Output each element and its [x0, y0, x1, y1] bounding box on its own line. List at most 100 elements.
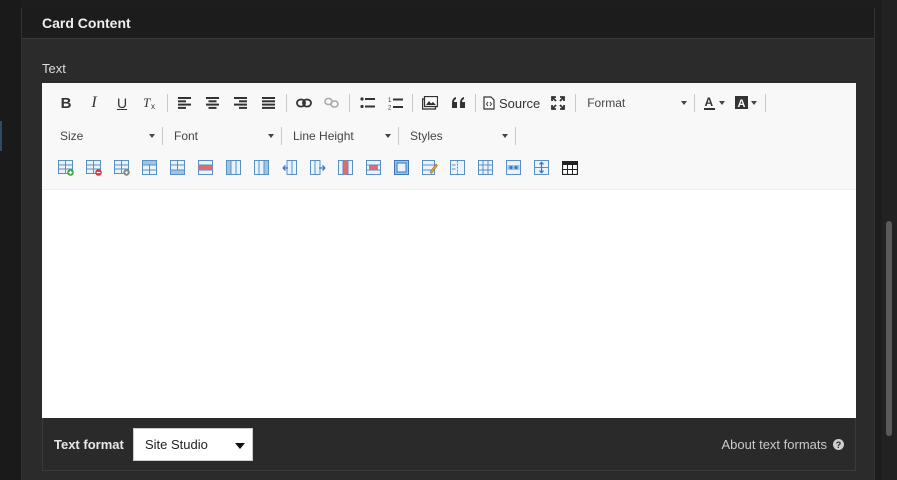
background-color-icon: A	[735, 96, 749, 110]
size-dropdown-label: Size	[60, 129, 84, 143]
line-height-dropdown[interactable]: Line Height	[285, 123, 395, 149]
toolbar-separator	[694, 94, 696, 112]
remove-format-button[interactable]: T x	[136, 90, 164, 116]
text-format-label: Text format	[54, 437, 124, 452]
svg-text:x: x	[151, 102, 155, 110]
styles-dropdown[interactable]: Styles	[402, 123, 512, 149]
insert-column-before-icon[interactable]	[220, 155, 248, 181]
help-icon: ?	[833, 439, 844, 450]
editor-toolbar: B I U T x 1 2 Source Format A A Size Fon…	[42, 83, 856, 190]
toolbar-separator	[281, 127, 282, 145]
justify-button[interactable]	[255, 90, 283, 116]
chevron-down-icon	[681, 101, 688, 105]
justify-icon	[262, 97, 275, 109]
text-color-button[interactable]: A	[698, 90, 730, 116]
table-icon[interactable]	[556, 155, 584, 181]
table-properties-icon[interactable]	[108, 155, 136, 181]
text-color-icon: A	[704, 96, 716, 110]
toolbar-separator	[162, 127, 163, 145]
blockquote-button[interactable]	[444, 90, 472, 116]
underline-button[interactable]: U	[108, 90, 136, 116]
toolbar-separator	[515, 127, 516, 145]
toolbar-row-3	[52, 155, 584, 181]
numbered-list-icon: 12	[388, 98, 403, 110]
about-text-formats-label: About text formats	[721, 437, 828, 452]
chevron-down-icon	[385, 134, 391, 138]
source-icon	[483, 96, 495, 110]
delete-cells-icon[interactable]	[360, 155, 388, 181]
delete-row-icon[interactable]	[192, 155, 220, 181]
editor-content-area[interactable]	[42, 190, 856, 418]
italic-button[interactable]: I	[80, 90, 108, 116]
toolbar-separator	[412, 94, 413, 112]
merge-right-icon[interactable]	[304, 155, 332, 181]
toolbar-separator	[167, 94, 168, 112]
toolbar-row-1: B I U T x 1 2 Source Format A A	[52, 90, 769, 116]
scrollbar-thumb[interactable]	[886, 221, 892, 436]
insert-row-after-icon[interactable]	[164, 155, 192, 181]
source-button[interactable]: Source	[479, 90, 544, 116]
maximize-icon	[551, 96, 566, 110]
styles-dropdown-label: Styles	[410, 129, 443, 143]
page-scrollbar[interactable]	[882, 0, 897, 480]
svg-text:1: 1	[388, 98, 392, 104]
chevron-down-icon	[719, 101, 726, 105]
format-dropdown[interactable]: Format	[579, 90, 691, 116]
numbered-list-button[interactable]: 12	[381, 90, 409, 116]
delete-column-icon[interactable]	[332, 155, 360, 181]
card-content-panel: Card Content Text B I U T x 1 2 Source F…	[21, 8, 875, 480]
svg-text:A: A	[705, 96, 714, 109]
align-left-icon	[178, 97, 191, 109]
insert-row-before-icon[interactable]	[136, 155, 164, 181]
background-color-button[interactable]: A	[730, 90, 762, 116]
panel-header[interactable]: Card Content	[22, 8, 874, 39]
merge-left-icon[interactable]	[276, 155, 304, 181]
text-format-bar: Text format Site Studio About text forma…	[42, 418, 856, 471]
chevron-down-icon	[751, 101, 758, 105]
align-center-icon	[206, 97, 219, 109]
source-label: Source	[499, 95, 541, 111]
edit-cell-icon[interactable]	[416, 155, 444, 181]
svg-text:T: T	[143, 96, 151, 110]
left-strip	[0, 0, 21, 480]
toolbar-separator	[575, 94, 577, 112]
text-format-select[interactable]: Site Studio	[133, 428, 253, 461]
align-right-icon	[234, 97, 247, 109]
svg-text:2: 2	[388, 105, 392, 110]
link-button[interactable]	[290, 90, 318, 116]
size-dropdown[interactable]: Size	[52, 123, 159, 149]
chevron-down-icon	[268, 134, 274, 138]
font-dropdown-label: Font	[174, 129, 199, 143]
font-dropdown[interactable]: Font	[166, 123, 278, 149]
remove-format-icon: T x	[143, 96, 155, 110]
panel-title: Card Content	[42, 15, 131, 31]
bold-button[interactable]: B	[52, 90, 80, 116]
align-right-button[interactable]	[227, 90, 255, 116]
align-center-button[interactable]	[199, 90, 227, 116]
unlink-button[interactable]	[318, 90, 346, 116]
insert-image-button[interactable]	[416, 90, 444, 116]
about-text-formats-link[interactable]: About text formats ?	[721, 437, 844, 452]
align-left-button[interactable]	[171, 90, 199, 116]
cell-properties-icon[interactable]	[388, 155, 416, 181]
delete-table-icon[interactable]	[80, 155, 108, 181]
toolbar-separator	[286, 94, 287, 112]
split-cell-vertical-icon[interactable]	[472, 155, 500, 181]
merge-cells-icon[interactable]	[500, 155, 528, 181]
toolbar-separator	[475, 94, 476, 112]
rich-text-editor: B I U T x 1 2 Source Format A A Size Fon…	[42, 83, 856, 418]
insert-table-icon[interactable]	[52, 155, 80, 181]
bulleted-list-icon	[359, 97, 375, 109]
format-dropdown-label: Format	[587, 96, 626, 110]
insert-column-after-icon[interactable]	[248, 155, 276, 181]
svg-text:A: A	[738, 98, 746, 110]
split-cell-horizontal-icon[interactable]	[444, 155, 472, 181]
toolbar-separator	[349, 94, 350, 112]
toolbar-separator	[398, 127, 399, 145]
bulleted-list-button[interactable]	[353, 90, 381, 116]
toolbar-row-2: Size Font Line Height Styles	[52, 123, 519, 149]
maximize-button[interactable]	[544, 90, 572, 116]
text-format-selected: Site Studio	[145, 437, 208, 452]
quote-icon	[451, 97, 465, 108]
merge-down-icon[interactable]	[528, 155, 556, 181]
